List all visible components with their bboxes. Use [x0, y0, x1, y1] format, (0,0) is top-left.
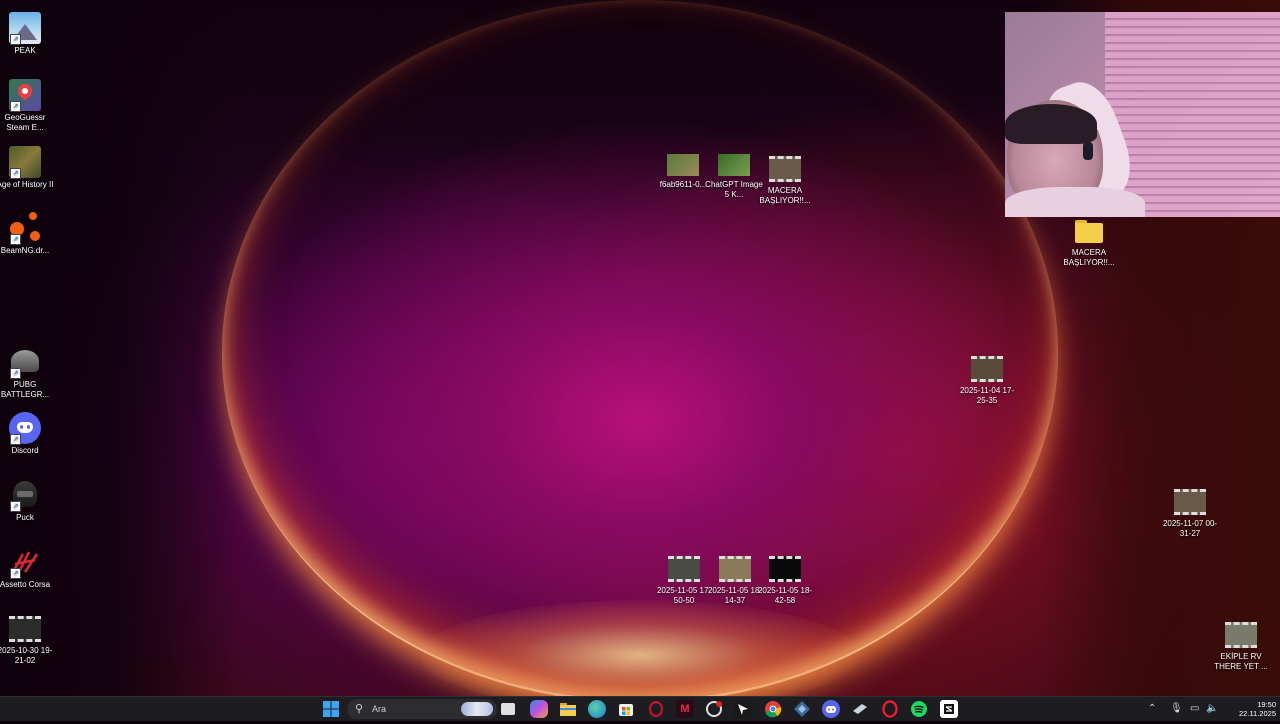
desktop-icon-label: 2025-11-07 00-31-27 — [1162, 519, 1218, 538]
desktop-icon-label: Puck — [16, 513, 34, 522]
volume-icon[interactable]: 🔈 — [1206, 700, 1218, 718]
webcam-shirt — [1005, 187, 1145, 217]
pubg-icon: ↗ — [9, 346, 41, 379]
desktop-file-video-right-3[interactable]: EKİPLE RV THERE YET ... — [1211, 616, 1271, 672]
app-icon[interactable] — [705, 700, 723, 718]
clock-time: 19:50 — [1257, 700, 1276, 709]
desktop-file-video-right-2[interactable]: 2025-11-07 00-31-27 — [1160, 483, 1220, 539]
shortcut-arrow-icon: ↗ — [10, 34, 21, 45]
desktop-icon-label: 2025-11-05 18-42-58 — [757, 586, 813, 605]
peak-game-icon: ↗ — [9, 12, 41, 45]
search-icon: ⚲ — [355, 703, 364, 715]
medal-icon[interactable]: M — [676, 700, 694, 718]
app-icon-2[interactable] — [793, 700, 811, 718]
desktop-icon-label: EKİPLE RV THERE YET ... — [1214, 652, 1268, 671]
geoguessr-icon: ↗ — [9, 79, 41, 112]
search-placeholder: Ara — [372, 704, 387, 714]
desktop-icon-geoguessr[interactable]: ↗ GeoGuessr Steam E... — [0, 79, 55, 133]
age-of-history-icon: ↗ — [9, 146, 41, 179]
video-file-icon — [1225, 622, 1257, 648]
shortcut-arrow-icon: ↗ — [10, 101, 21, 112]
taskbar: ⚲ Ara M ⌃ 🎙 ▭ 🔈 19:50 22.11.2025 — [0, 696, 1280, 721]
tray-overflow-chevron-icon[interactable]: ⌃ — [1148, 700, 1156, 718]
desktop-icon-label: Age of History II — [0, 180, 54, 189]
desktop-icon-label: Assetto Corsa — [0, 580, 51, 589]
desktop-file-video-macera[interactable]: MACERA BAŞLIYOR!!... — [755, 150, 815, 206]
video-file-icon — [719, 556, 751, 582]
desktop-icon-puck[interactable]: ↗ Puck — [0, 479, 55, 523]
shortcut-arrow-icon: ↗ — [10, 234, 21, 245]
video-file-icon — [769, 556, 801, 582]
video-file-icon — [668, 556, 700, 582]
desktop-icon-label: MACERA BAŞLIYOR!!... — [759, 186, 811, 205]
search-highlight-icon — [461, 702, 493, 716]
desktop-icon-label: 2025-11-04 17-25-35 — [959, 386, 1015, 405]
desktop-icon-discord[interactable]: ↗ Discord — [0, 412, 55, 456]
desktop-icon-label: GeoGuessr Steam E... — [4, 113, 46, 132]
chrome-icon[interactable] — [764, 700, 782, 718]
image-file-icon — [667, 154, 699, 176]
webcam-blinds — [1105, 12, 1280, 217]
store-icon[interactable] — [617, 700, 635, 718]
taskbar-search[interactable]: ⚲ Ara — [347, 699, 497, 719]
microphone-icon[interactable]: 🎙 — [1170, 700, 1183, 718]
steam-icon[interactable] — [851, 700, 869, 718]
discord-icon[interactable] — [822, 700, 840, 718]
folder-icon — [1073, 214, 1105, 246]
video-file-icon — [1174, 489, 1206, 515]
desktop-icon-label: BeamNG.dr... — [0, 246, 50, 255]
desktop-icon-pubg[interactable]: ↗ PUBG BATTLEGR... — [0, 346, 55, 400]
desktop-icon-assetto-corsa[interactable]: ↗ Assetto Corsa — [0, 546, 55, 590]
webcam-hair — [1005, 104, 1097, 144]
desktop-file-video-right-1[interactable]: 2025-11-04 17-25-35 — [957, 350, 1017, 406]
desktop-icon-beamng[interactable]: ↗ BeamNG.dr... — [0, 212, 55, 256]
desktop-icon-label: Discord — [11, 446, 39, 455]
clock-date: 22.11.2025 — [1239, 709, 1276, 718]
network-icon[interactable]: ▭ — [1190, 700, 1199, 718]
video-file-icon — [769, 156, 801, 182]
file-explorer-icon[interactable] — [559, 700, 577, 718]
puck-icon: ↗ — [9, 479, 41, 512]
opera-gx-icon[interactable] — [647, 700, 665, 718]
edge-icon[interactable] — [588, 700, 606, 718]
taskbar-clock[interactable]: 19:50 22.11.2025 — [1224, 700, 1276, 718]
spotify-icon[interactable] — [910, 700, 928, 718]
desktop-icon-age-of-history[interactable]: ↗ Age of History II — [0, 146, 55, 190]
shortcut-arrow-icon: ↗ — [10, 168, 21, 179]
windows-start-icon[interactable] — [322, 700, 340, 718]
desktop-icon-label: PEAK — [14, 46, 36, 55]
wallpaper-ring — [222, 0, 1058, 696]
video-file-icon — [971, 356, 1003, 382]
desktop-file-video-bottom-3[interactable]: 2025-11-05 18-42-58 — [755, 550, 815, 606]
shortcut-arrow-icon: ↗ — [10, 368, 21, 379]
shortcut-arrow-icon: ↗ — [10, 434, 21, 445]
desktop-icon-label: PUBG BATTLEGR... — [0, 380, 50, 399]
image-file-icon — [718, 154, 750, 176]
webcam-overlay — [1005, 12, 1280, 217]
task-view-icon[interactable] — [501, 703, 515, 715]
copilot-icon[interactable] — [530, 700, 548, 718]
beamng-icon: ↗ — [9, 212, 41, 245]
desktop-icon-label: MACERA BAŞLIYOR!!... — [1063, 248, 1115, 267]
video-file-icon — [9, 616, 41, 642]
shortcut-arrow-icon: ↗ — [10, 568, 21, 579]
capcut-icon[interactable] — [940, 700, 958, 718]
desktop-icon-label: 2025-10-30 19-21-02 — [0, 646, 53, 665]
cursor-icon[interactable] — [734, 700, 752, 718]
desktop-folder-macera[interactable]: MACERA BAŞLIYOR!!... — [1059, 214, 1119, 268]
desktop-file-video-left[interactable]: 2025-10-30 19-21-02 — [0, 616, 55, 666]
shortcut-arrow-icon: ↗ — [10, 501, 21, 512]
desktop-icon-peak[interactable]: ↗ PEAK — [0, 12, 55, 56]
assetto-corsa-icon: ↗ — [9, 546, 41, 579]
opera-icon[interactable] — [881, 700, 899, 718]
webcam-headset — [1083, 142, 1093, 160]
discord-icon: ↗ — [9, 412, 41, 445]
